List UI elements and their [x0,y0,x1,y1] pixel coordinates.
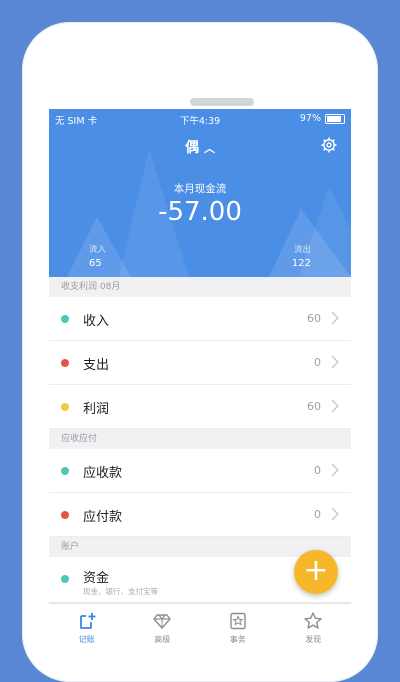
book-selector[interactable]: 偶 ︿ [49,137,351,157]
profit-value: 60 [307,400,321,413]
tab-ledger-label: 记账 [78,635,95,644]
battery-icon [325,113,345,124]
income-dot [61,315,69,323]
funds-sublabel: 现金、银行、支付宝等 [83,587,158,596]
app-screen: 无 SIM 卡 下午4:39 97% 偶 ︿ 本月现金流 -57.00 流入 6… [49,109,351,659]
income-label: 收入 [83,314,110,329]
chevron-right-icon [331,463,339,477]
tab-tasks-label: 事务 [229,635,246,644]
ledger-icon [79,613,96,629]
tab-bar: 记账 高级 事务 发现 [49,603,351,659]
chevron-right-icon [331,355,339,369]
cashflow-header: 无 SIM 卡 下午4:39 97% 偶 ︿ 本月现金流 -57.00 流入 6… [49,109,351,277]
chevron-right-icon [331,399,339,413]
status-bar: 无 SIM 卡 下午4:39 97% [49,109,351,129]
receivable-dot [61,467,69,475]
profit-label: 利润 [83,402,110,417]
row-expense[interactable]: 支出 0 [49,341,351,385]
star-icon [304,612,322,629]
row-profit[interactable]: 利润 60 [49,385,351,429]
receivable-label: 应收款 [83,466,123,481]
inflow-value: 65 [89,258,102,269]
row-income[interactable]: 收入 60 [49,297,351,341]
receivable-value: 0 [314,464,321,477]
inflow-summary: 流入 65 [89,243,106,269]
section-profit: 收支利润 08月 [49,277,351,297]
cashflow-label: 本月现金流 [173,183,227,195]
section-receivable: 应收应付 [49,429,351,449]
expense-value: 0 [314,356,321,369]
tab-discover[interactable]: 发现 [276,604,352,659]
task-star-icon [230,612,246,630]
tab-discover-label: 发现 [305,635,322,644]
profit-dot [61,403,69,411]
phone-speaker [190,98,254,106]
chevron-up-icon: ︿ [203,142,215,155]
expense-dot [61,359,69,367]
outflow-value: 122 [291,258,311,269]
inflow-label: 流入 [89,245,107,255]
payable-label: 应付款 [83,510,123,525]
funds-label: 资金 [83,571,110,586]
tab-tasks[interactable]: 事务 [200,604,276,659]
battery-percent: 97% [299,113,321,124]
row-receivable[interactable]: 应收款 0 [49,449,351,493]
chevron-right-icon [331,507,339,521]
payable-dot [61,511,69,519]
expense-label: 支出 [83,358,110,373]
tab-advanced-label: 高级 [154,635,171,644]
cashflow-value: -57.00 [158,197,242,227]
income-value: 60 [307,312,321,325]
book-title: 偶 [185,140,200,156]
funds-dot [61,575,69,583]
tab-advanced[interactable]: 高级 [125,604,201,659]
row-payable[interactable]: 应付款 0 [49,493,351,537]
payable-value: 0 [314,508,321,521]
outflow-summary: 流出 122 [292,243,311,269]
status-right: 97% [300,113,345,124]
add-record-button[interactable]: + [294,550,338,594]
tab-ledger[interactable]: 记账 [49,604,125,659]
gear-icon[interactable] [321,137,337,153]
outflow-label: 流出 [293,245,311,255]
chevron-right-icon [331,311,339,325]
diamond-icon [153,614,171,629]
